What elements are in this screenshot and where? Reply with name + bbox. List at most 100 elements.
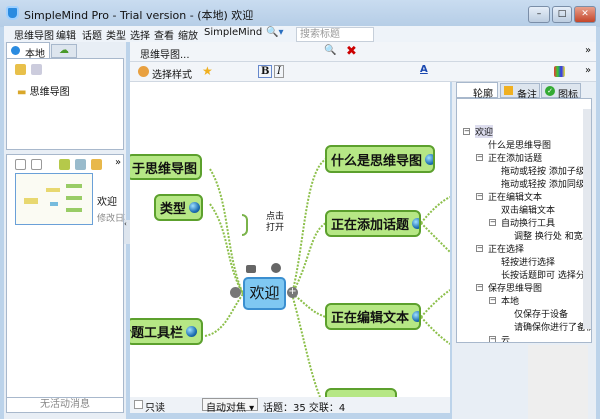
topic-node[interactable]: 什么是思维导图 bbox=[325, 145, 435, 173]
connection-lines bbox=[204, 158, 450, 397]
search-input[interactable]: 搜索标题 bbox=[296, 27, 374, 42]
collapse-handle-icon[interactable] bbox=[230, 287, 241, 298]
click-open-hint: 点击 打开 bbox=[266, 212, 284, 234]
outline-item[interactable]: 调整 换行处 和宽度 bbox=[514, 229, 591, 242]
menu-style[interactable]: 类型 bbox=[106, 27, 126, 42]
menu-topic[interactable]: 话题 bbox=[82, 27, 102, 42]
tab-icons[interactable]: ✓ 图标 bbox=[541, 83, 581, 101]
topic-node[interactable]: 正在添加话题 bbox=[325, 210, 421, 237]
menu-select[interactable]: 选择 bbox=[130, 27, 150, 42]
globe-icon bbox=[425, 153, 433, 165]
font-color-icon[interactable]: A bbox=[420, 64, 428, 75]
new-map-icon[interactable] bbox=[15, 159, 26, 170]
delete-icon[interactable]: ✖ bbox=[346, 44, 357, 59]
find-icon[interactable]: 🔍 bbox=[324, 45, 336, 56]
italic-button[interactable]: I bbox=[274, 65, 284, 78]
autofocus-select[interactable]: 自动对焦 ▾ bbox=[202, 398, 258, 414]
palette-icon bbox=[138, 66, 149, 77]
topic-node[interactable]: 类型 bbox=[154, 194, 203, 221]
expand-toggle[interactable]: − bbox=[476, 245, 483, 252]
outline-item[interactable]: 什么是思维导图 bbox=[488, 138, 551, 151]
map-thumbnail[interactable] bbox=[15, 173, 93, 225]
outline-item[interactable]: 云 bbox=[501, 333, 510, 342]
outline-item[interactable]: 欢迎 bbox=[475, 125, 494, 138]
more-icon[interactable]: » bbox=[585, 45, 591, 56]
menu-zoom[interactable]: 缩放 bbox=[178, 27, 198, 42]
globe-icon bbox=[186, 326, 197, 337]
tree-item-mindmap[interactable]: ▬ 思维导图 bbox=[17, 83, 70, 98]
star-icon[interactable]: ★ bbox=[202, 64, 213, 78]
expand-toggle[interactable]: − bbox=[476, 284, 483, 291]
outline-item[interactable]: 本地 bbox=[501, 294, 519, 307]
main-toolbar: 思维导图... ✖ 🔍 » bbox=[130, 42, 596, 62]
outline-item[interactable]: 拖动或轻按 添加子级 bbox=[501, 164, 585, 177]
expand-toggle[interactable]: − bbox=[489, 297, 496, 304]
tab-local[interactable]: 本地 bbox=[6, 42, 50, 60]
text-handle-icon[interactable] bbox=[271, 263, 281, 273]
outline-item[interactable]: 长按话题即可 选择分支 bbox=[501, 268, 591, 281]
minimize-button[interactable]: – bbox=[528, 6, 550, 23]
mail-icon[interactable] bbox=[91, 159, 102, 170]
outline-item[interactable]: 自动换行工具 bbox=[501, 216, 555, 229]
folder-icon[interactable] bbox=[31, 64, 42, 75]
window-title: SimpleMind Pro - Trial version - (本地) 欢迎 bbox=[24, 9, 254, 22]
close-button[interactable]: ✕ bbox=[574, 6, 596, 23]
globe-icon bbox=[200, 162, 202, 173]
outline-item[interactable]: 拖动或轻按 添加同级 bbox=[501, 177, 585, 190]
copy-map-icon[interactable] bbox=[31, 159, 42, 170]
expand-toggle[interactable]: − bbox=[476, 193, 483, 200]
maximize-button[interactable]: □ bbox=[552, 6, 572, 23]
outline-item[interactable]: 请确保你进行了备份 bbox=[514, 320, 591, 333]
tree-item-label: 思维导图 bbox=[29, 87, 70, 98]
more-icon[interactable]: » bbox=[115, 157, 121, 168]
app-icon bbox=[6, 6, 19, 20]
topic-node[interactable] bbox=[325, 388, 397, 397]
topic-node[interactable]: 正在编辑文本 bbox=[325, 303, 421, 330]
outline-item[interactable]: 正在编辑文本 bbox=[488, 190, 542, 203]
outline-item[interactable]: 正在添加话题 bbox=[488, 151, 542, 164]
expand-toggle[interactable]: − bbox=[489, 219, 496, 226]
outline-item[interactable]: 仅保存于设备 bbox=[514, 307, 568, 320]
menu-edit[interactable]: 编辑 bbox=[56, 27, 76, 42]
globe-icon bbox=[412, 311, 419, 322]
expand-toggle[interactable]: − bbox=[463, 128, 470, 135]
central-topic[interactable]: 欢迎 bbox=[243, 277, 286, 310]
tab-outline[interactable]: 轮廓 bbox=[456, 82, 498, 100]
tab-cloud[interactable]: ☁ bbox=[51, 44, 77, 58]
left-panel: 本地 ☁ ▬ 思维导图 » 欢迎 修改日期 无活动消息 bbox=[4, 42, 126, 419]
add-topic-icon[interactable]: + bbox=[287, 287, 298, 298]
export-icon[interactable] bbox=[75, 159, 86, 170]
autofocus-value: 自动对焦 bbox=[206, 403, 246, 414]
check-icon: ✓ bbox=[545, 86, 555, 96]
collapse-left-handle[interactable]: ‹ bbox=[124, 220, 130, 244]
hint-line: 打开 bbox=[266, 223, 285, 233]
topic-label: 于思维导图 bbox=[132, 161, 198, 177]
menu-simplemind[interactable]: SimpleMind bbox=[204, 27, 262, 38]
scrollbar[interactable] bbox=[583, 109, 591, 329]
style-toolbar: 选择样式 ★ B I A » bbox=[130, 62, 596, 82]
topic-node[interactable]: 话题工具栏 bbox=[130, 318, 203, 345]
topic-label: 类型 bbox=[160, 202, 187, 217]
new-folder-icon[interactable] bbox=[15, 64, 26, 75]
more-icon[interactable]: » bbox=[585, 65, 591, 76]
select-style-button[interactable]: 选择样式 bbox=[152, 66, 192, 81]
tab-notes[interactable]: 备注 bbox=[500, 83, 540, 101]
outline-item[interactable]: 双击编辑文本 bbox=[501, 203, 555, 216]
outline-item[interactable]: 轻按进行选择 bbox=[501, 255, 555, 268]
menu-view[interactable]: 查看 bbox=[154, 27, 174, 42]
import-icon[interactable] bbox=[59, 159, 70, 170]
expand-toggle[interactable]: − bbox=[489, 336, 496, 342]
bold-button[interactable]: B bbox=[258, 65, 273, 78]
expand-toggle[interactable]: − bbox=[476, 154, 483, 161]
thumb-title: 欢迎 bbox=[97, 197, 117, 208]
mindmap-menu-button[interactable]: 思维导图... bbox=[140, 46, 190, 61]
notes-handle-icon[interactable] bbox=[246, 265, 256, 273]
color-grid-icon[interactable] bbox=[554, 66, 565, 77]
search-icon[interactable]: 🔍▾ bbox=[266, 27, 283, 38]
menu-mindmap[interactable]: 思维导图 bbox=[14, 27, 54, 42]
outline-item[interactable]: 保存思维导图 bbox=[488, 281, 542, 294]
topic-node[interactable]: 于思维导图 bbox=[130, 154, 202, 180]
mindmap-canvas[interactable]: 于思维导图 类型 话题工具栏 什么是思维导图 正在添加话题 正在编辑文本 欢迎 … bbox=[130, 82, 450, 397]
outline-item[interactable]: 正在选择 bbox=[488, 242, 524, 255]
readonly-checkbox[interactable] bbox=[134, 400, 143, 409]
